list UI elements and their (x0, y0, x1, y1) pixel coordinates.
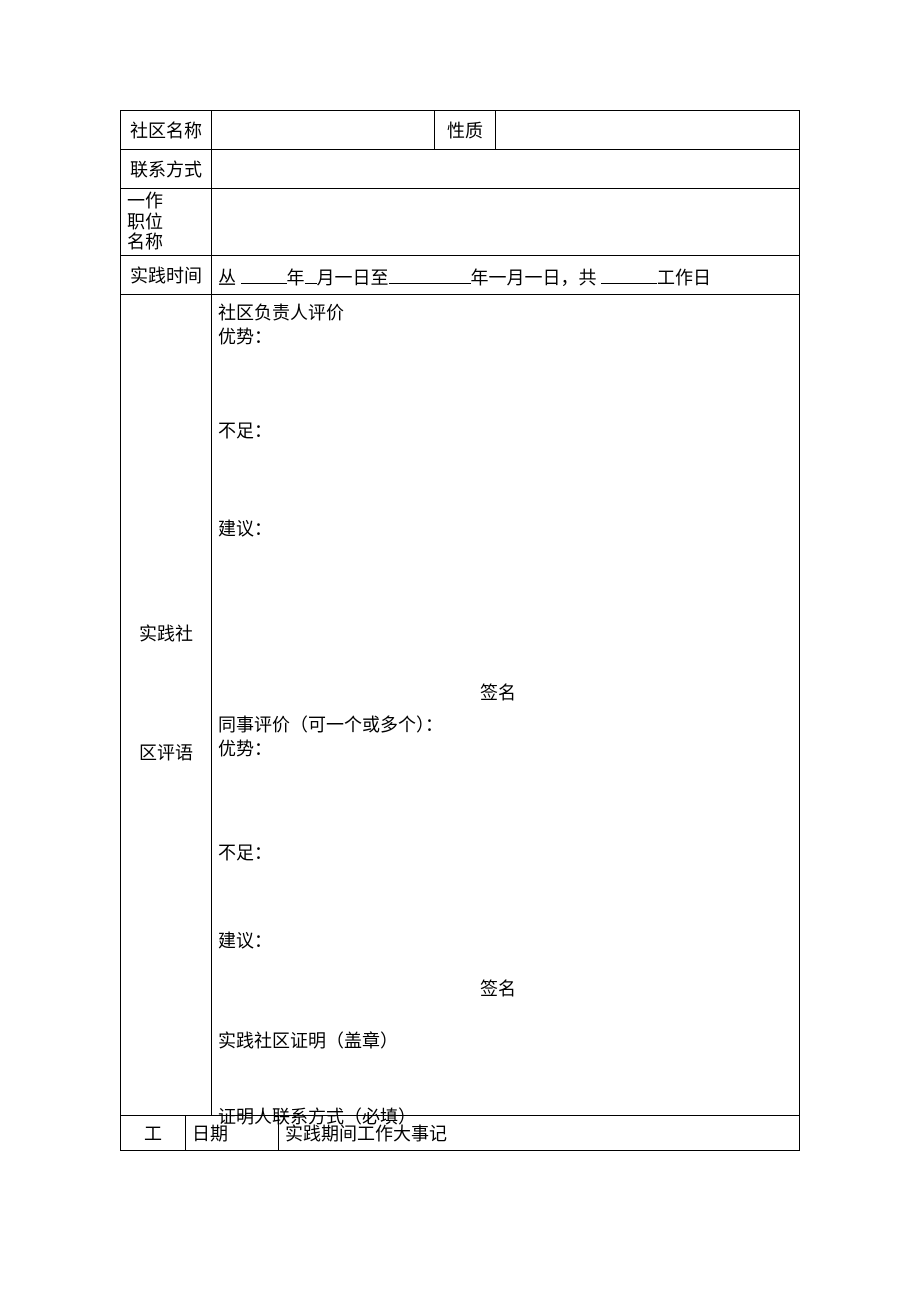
leader-suggestion: 建议： (218, 515, 272, 541)
time-year1: 年 (287, 268, 305, 288)
peer-suggestion: 建议： (218, 927, 272, 953)
row-community-name: 社区名称 性质 (121, 111, 800, 150)
form-page: 社区名称 性质 联系方式 一作 职位 名称 实践时间 丛 年月一日至 年一月一日，… (0, 0, 920, 1261)
time-suffix: 工作日 (657, 268, 711, 288)
peer-weakness: 不足： (218, 839, 272, 865)
eval-side-2: 区评语 (139, 743, 193, 763)
time-year2: 年一月一日，共 (471, 268, 602, 288)
eval-side-1: 实践社 (139, 624, 193, 644)
row-practice-time: 实践时间 丛 年月一日至 年一月一日，共 工作日 (121, 256, 800, 295)
leader-signature: 签名 (480, 679, 516, 705)
label-job-title-l2: 职位 (127, 212, 163, 232)
evaluation-content: 社区负责人评价 优势： 不足： 建议： 签名 同事评价（可一个或多个）： 优势：… (212, 295, 799, 1127)
leader-strength: 优势： (218, 323, 272, 349)
blank-year2 (389, 263, 471, 284)
value-nature (496, 111, 800, 150)
evaluation-content-cell: 社区负责人评价 优势： 不足： 建议： 签名 同事评价（可一个或多个）： 优势：… (212, 295, 800, 1116)
blank-year1 (241, 263, 287, 284)
row-contact: 联系方式 (121, 150, 800, 189)
label-practice-time: 实践时间 (121, 256, 212, 295)
label-contact: 联系方式 (121, 150, 212, 189)
value-contact (212, 150, 800, 189)
leader-weakness: 不足： (218, 417, 272, 443)
proof-contact-truncated: 证明人联系方式（必填） (218, 1103, 416, 1129)
label-community-name: 社区名称 (121, 111, 212, 150)
footer-side-label: 工 (121, 1116, 186, 1151)
row-job-title: 一作 职位 名称 (121, 189, 800, 256)
form-table: 社区名称 性质 联系方式 一作 职位 名称 实践时间 丛 年月一日至 年一月一日，… (120, 110, 800, 1116)
value-community-name (212, 111, 435, 150)
peer-signature: 签名 (480, 975, 516, 1001)
blank-days (601, 263, 657, 284)
peer-strength: 优势： (218, 735, 272, 761)
value-job-title (212, 189, 800, 256)
time-prefix: 丛 (218, 268, 241, 288)
label-nature: 性质 (435, 111, 496, 150)
label-evaluation: 实践社 区评语 (121, 295, 212, 1116)
label-job-title-l1: 一作 (127, 191, 163, 211)
proof-stamp: 实践社区证明（盖章） (218, 1027, 398, 1053)
value-practice-time: 丛 年月一日至 年一月一日，共 工作日 (212, 256, 800, 295)
peer-eval-title: 同事评价（可一个或多个）： (218, 711, 443, 737)
time-month-to: 月一日至 (317, 268, 389, 288)
row-evaluation: 实践社 区评语 社区负责人评价 优势： 不足： 建议： 签名 同事评价（可一个或… (121, 295, 800, 1116)
blank-month1 (305, 263, 317, 284)
label-job-title: 一作 职位 名称 (121, 189, 212, 256)
label-job-title-l3: 名称 (127, 232, 163, 252)
leader-eval-title: 社区负责人评价 (218, 299, 344, 325)
